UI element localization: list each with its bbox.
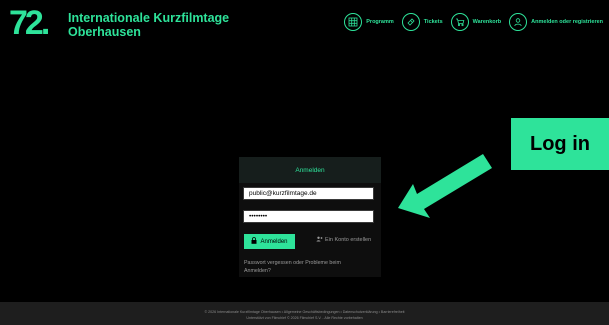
nav-label: Tickets [423,19,443,25]
festival-name-line2: Oberhausen [68,25,141,39]
site-header: 72. Internationale Kurzfilmtage Oberhaus… [0,0,609,44]
ticket-icon [401,13,420,31]
footer-copyright: Unterstützt von Filmchief © 2026 Filmchi… [246,316,363,320]
nav-warenkorb[interactable]: Warenkorb [450,13,502,31]
cart-icon [450,13,469,31]
login-button-label: Anmelden [260,238,288,245]
nav-label: Anmelden oder registrieren [531,19,603,25]
login-callout-banner: Log in [511,118,609,170]
login-panel: Anmelden Anmelden Ein Konto erstellen Pa… [239,157,381,277]
lock-icon [251,237,257,246]
nav-programm[interactable]: Programm [344,13,394,31]
add-user-icon [316,236,323,244]
create-account-link[interactable]: Ein Konto erstellen [316,236,371,244]
nav-tickets[interactable]: Tickets [401,13,443,31]
festival-name-line1: Internationale Kurzfilmtage [68,11,230,25]
nav-label: Warenkorb [472,19,502,25]
forgot-password-link[interactable]: Passwort vergessen oder Probleme beim An… [244,259,364,275]
login-button[interactable]: Anmelden [244,234,295,249]
email-field[interactable] [243,187,374,200]
pointer-arrow-icon [398,154,492,218]
site-footer: © 2026 Internationale Kurzfilmtage Oberh… [0,302,609,325]
nav-login-register[interactable]: Anmelden oder registrieren [509,13,603,31]
password-field[interactable] [243,210,374,223]
user-icon [509,13,528,31]
create-account-label: Ein Konto erstellen [325,237,372,243]
nav-label: Programm [366,19,394,25]
footer-legal-links[interactable]: © 2026 Internationale Kurzfilmtage Oberh… [0,310,609,314]
festival-logo-number[interactable]: 72. [9,6,50,40]
main-nav: Programm Tickets Warenkorb Anmelden oder… [344,10,603,34]
festival-logo-name[interactable]: Internationale Kurzfilmtage Oberhausen [68,11,229,39]
grid-icon [344,13,363,31]
login-title: Anmelden [239,157,381,183]
